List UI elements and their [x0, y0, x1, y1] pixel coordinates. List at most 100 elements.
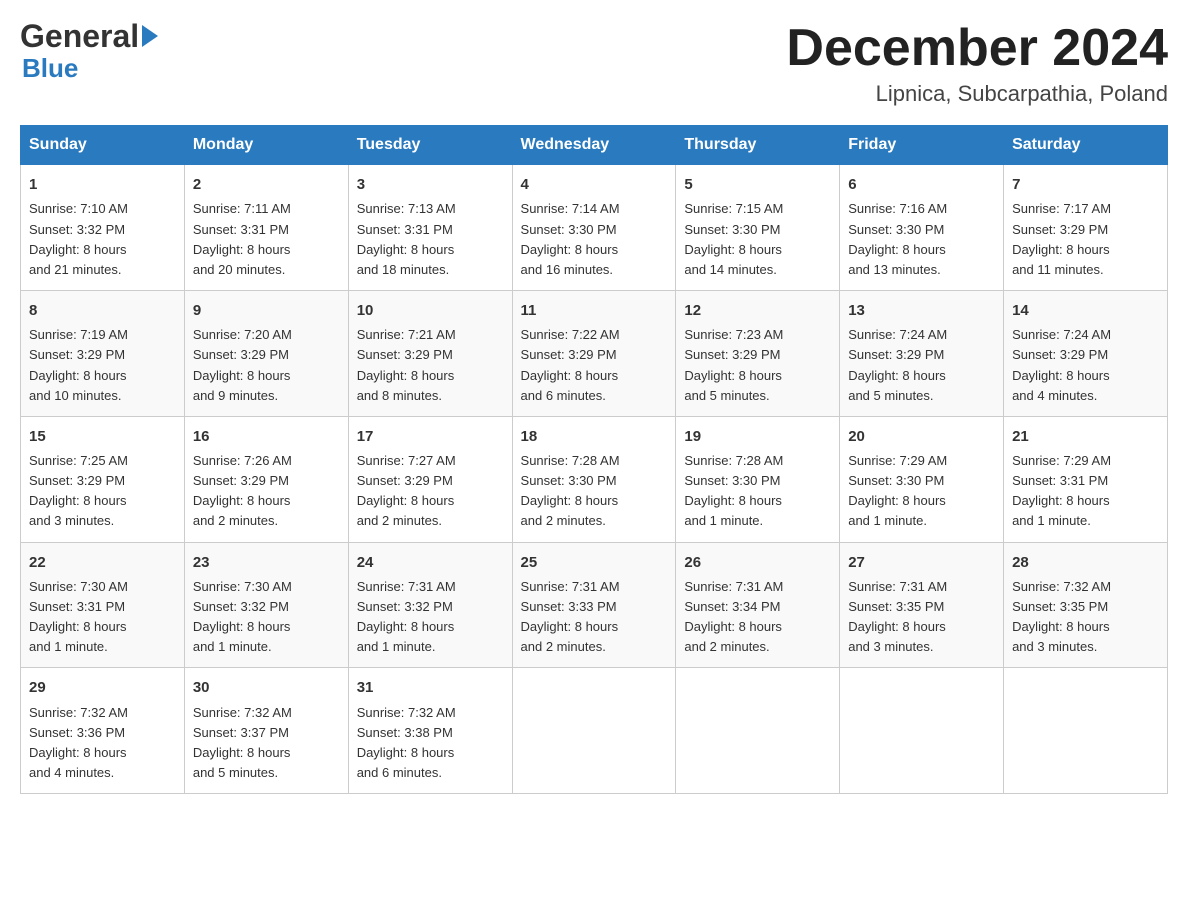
page-header: General Blue December 2024 Lipnica, Subc…: [20, 20, 1168, 107]
day-number: 9: [193, 299, 340, 322]
page-title: December 2024: [786, 20, 1168, 77]
day-number: 30: [193, 676, 340, 699]
col-wednesday: Wednesday: [512, 126, 676, 165]
table-row: 22 Sunrise: 7:30 AMSunset: 3:31 PMDaylig…: [21, 542, 185, 668]
table-row: 25 Sunrise: 7:31 AMSunset: 3:33 PMDaylig…: [512, 542, 676, 668]
day-number: 25: [521, 551, 668, 574]
day-number: 13: [848, 299, 995, 322]
table-row: 1 Sunrise: 7:10 AMSunset: 3:32 PMDayligh…: [21, 165, 185, 291]
day-number: 10: [357, 299, 504, 322]
col-friday: Friday: [840, 126, 1004, 165]
logo-blue: Blue: [22, 53, 78, 84]
table-row: 27 Sunrise: 7:31 AMSunset: 3:35 PMDaylig…: [840, 542, 1004, 668]
day-info: Sunrise: 7:31 AMSunset: 3:32 PMDaylight:…: [357, 579, 456, 654]
day-number: 8: [29, 299, 176, 322]
day-number: 28: [1012, 551, 1159, 574]
day-info: Sunrise: 7:26 AMSunset: 3:29 PMDaylight:…: [193, 453, 292, 528]
table-row: 9 Sunrise: 7:20 AMSunset: 3:29 PMDayligh…: [184, 291, 348, 417]
day-number: 6: [848, 173, 995, 196]
day-number: 20: [848, 425, 995, 448]
calendar-week-row: 29 Sunrise: 7:32 AMSunset: 3:36 PMDaylig…: [21, 668, 1168, 794]
day-number: 15: [29, 425, 176, 448]
table-row: 14 Sunrise: 7:24 AMSunset: 3:29 PMDaylig…: [1004, 291, 1168, 417]
day-info: Sunrise: 7:25 AMSunset: 3:29 PMDaylight:…: [29, 453, 128, 528]
table-row: [512, 668, 676, 794]
table-row: 26 Sunrise: 7:31 AMSunset: 3:34 PMDaylig…: [676, 542, 840, 668]
day-number: 31: [357, 676, 504, 699]
day-info: Sunrise: 7:28 AMSunset: 3:30 PMDaylight:…: [684, 453, 783, 528]
day-number: 16: [193, 425, 340, 448]
day-info: Sunrise: 7:27 AMSunset: 3:29 PMDaylight:…: [357, 453, 456, 528]
table-row: 13 Sunrise: 7:24 AMSunset: 3:29 PMDaylig…: [840, 291, 1004, 417]
day-number: 3: [357, 173, 504, 196]
table-row: 4 Sunrise: 7:14 AMSunset: 3:30 PMDayligh…: [512, 165, 676, 291]
day-info: Sunrise: 7:29 AMSunset: 3:30 PMDaylight:…: [848, 453, 947, 528]
day-number: 22: [29, 551, 176, 574]
day-info: Sunrise: 7:28 AMSunset: 3:30 PMDaylight:…: [521, 453, 620, 528]
day-info: Sunrise: 7:14 AMSunset: 3:30 PMDaylight:…: [521, 201, 620, 276]
day-number: 18: [521, 425, 668, 448]
day-info: Sunrise: 7:32 AMSunset: 3:36 PMDaylight:…: [29, 705, 128, 780]
title-block: December 2024 Lipnica, Subcarpathia, Pol…: [786, 20, 1168, 107]
col-sunday: Sunday: [21, 126, 185, 165]
table-row: 3 Sunrise: 7:13 AMSunset: 3:31 PMDayligh…: [348, 165, 512, 291]
day-info: Sunrise: 7:24 AMSunset: 3:29 PMDaylight:…: [848, 327, 947, 402]
calendar-table: Sunday Monday Tuesday Wednesday Thursday…: [20, 125, 1168, 794]
day-info: Sunrise: 7:31 AMSunset: 3:33 PMDaylight:…: [521, 579, 620, 654]
table-row: [840, 668, 1004, 794]
table-row: 28 Sunrise: 7:32 AMSunset: 3:35 PMDaylig…: [1004, 542, 1168, 668]
day-info: Sunrise: 7:17 AMSunset: 3:29 PMDaylight:…: [1012, 201, 1111, 276]
table-row: [1004, 668, 1168, 794]
day-number: 29: [29, 676, 176, 699]
col-monday: Monday: [184, 126, 348, 165]
day-info: Sunrise: 7:11 AMSunset: 3:31 PMDaylight:…: [193, 201, 291, 276]
day-info: Sunrise: 7:13 AMSunset: 3:31 PMDaylight:…: [357, 201, 456, 276]
day-number: 5: [684, 173, 831, 196]
day-info: Sunrise: 7:19 AMSunset: 3:29 PMDaylight:…: [29, 327, 128, 402]
table-row: 31 Sunrise: 7:32 AMSunset: 3:38 PMDaylig…: [348, 668, 512, 794]
day-info: Sunrise: 7:24 AMSunset: 3:29 PMDaylight:…: [1012, 327, 1111, 402]
day-number: 24: [357, 551, 504, 574]
day-number: 12: [684, 299, 831, 322]
table-row: 10 Sunrise: 7:21 AMSunset: 3:29 PMDaylig…: [348, 291, 512, 417]
col-saturday: Saturday: [1004, 126, 1168, 165]
day-info: Sunrise: 7:32 AMSunset: 3:38 PMDaylight:…: [357, 705, 456, 780]
day-number: 26: [684, 551, 831, 574]
logo: General Blue: [20, 20, 158, 84]
table-row: 20 Sunrise: 7:29 AMSunset: 3:30 PMDaylig…: [840, 416, 1004, 542]
table-row: 5 Sunrise: 7:15 AMSunset: 3:30 PMDayligh…: [676, 165, 840, 291]
logo-general: General: [20, 20, 139, 52]
day-info: Sunrise: 7:30 AMSunset: 3:32 PMDaylight:…: [193, 579, 292, 654]
table-row: 30 Sunrise: 7:32 AMSunset: 3:37 PMDaylig…: [184, 668, 348, 794]
day-number: 1: [29, 173, 176, 196]
day-number: 7: [1012, 173, 1159, 196]
table-row: 18 Sunrise: 7:28 AMSunset: 3:30 PMDaylig…: [512, 416, 676, 542]
table-row: [676, 668, 840, 794]
table-row: 24 Sunrise: 7:31 AMSunset: 3:32 PMDaylig…: [348, 542, 512, 668]
calendar-week-row: 15 Sunrise: 7:25 AMSunset: 3:29 PMDaylig…: [21, 416, 1168, 542]
calendar-header-row: Sunday Monday Tuesday Wednesday Thursday…: [21, 126, 1168, 165]
day-info: Sunrise: 7:20 AMSunset: 3:29 PMDaylight:…: [193, 327, 292, 402]
day-info: Sunrise: 7:16 AMSunset: 3:30 PMDaylight:…: [848, 201, 947, 276]
day-info: Sunrise: 7:31 AMSunset: 3:34 PMDaylight:…: [684, 579, 783, 654]
table-row: 16 Sunrise: 7:26 AMSunset: 3:29 PMDaylig…: [184, 416, 348, 542]
table-row: 17 Sunrise: 7:27 AMSunset: 3:29 PMDaylig…: [348, 416, 512, 542]
day-info: Sunrise: 7:32 AMSunset: 3:37 PMDaylight:…: [193, 705, 292, 780]
day-number: 17: [357, 425, 504, 448]
col-thursday: Thursday: [676, 126, 840, 165]
table-row: 23 Sunrise: 7:30 AMSunset: 3:32 PMDaylig…: [184, 542, 348, 668]
table-row: 2 Sunrise: 7:11 AMSunset: 3:31 PMDayligh…: [184, 165, 348, 291]
table-row: 15 Sunrise: 7:25 AMSunset: 3:29 PMDaylig…: [21, 416, 185, 542]
calendar-week-row: 22 Sunrise: 7:30 AMSunset: 3:31 PMDaylig…: [21, 542, 1168, 668]
day-number: 23: [193, 551, 340, 574]
day-number: 19: [684, 425, 831, 448]
table-row: 19 Sunrise: 7:28 AMSunset: 3:30 PMDaylig…: [676, 416, 840, 542]
day-info: Sunrise: 7:22 AMSunset: 3:29 PMDaylight:…: [521, 327, 620, 402]
table-row: 11 Sunrise: 7:22 AMSunset: 3:29 PMDaylig…: [512, 291, 676, 417]
day-info: Sunrise: 7:31 AMSunset: 3:35 PMDaylight:…: [848, 579, 947, 654]
table-row: 6 Sunrise: 7:16 AMSunset: 3:30 PMDayligh…: [840, 165, 1004, 291]
day-number: 2: [193, 173, 340, 196]
day-info: Sunrise: 7:23 AMSunset: 3:29 PMDaylight:…: [684, 327, 783, 402]
day-info: Sunrise: 7:30 AMSunset: 3:31 PMDaylight:…: [29, 579, 128, 654]
calendar-week-row: 8 Sunrise: 7:19 AMSunset: 3:29 PMDayligh…: [21, 291, 1168, 417]
